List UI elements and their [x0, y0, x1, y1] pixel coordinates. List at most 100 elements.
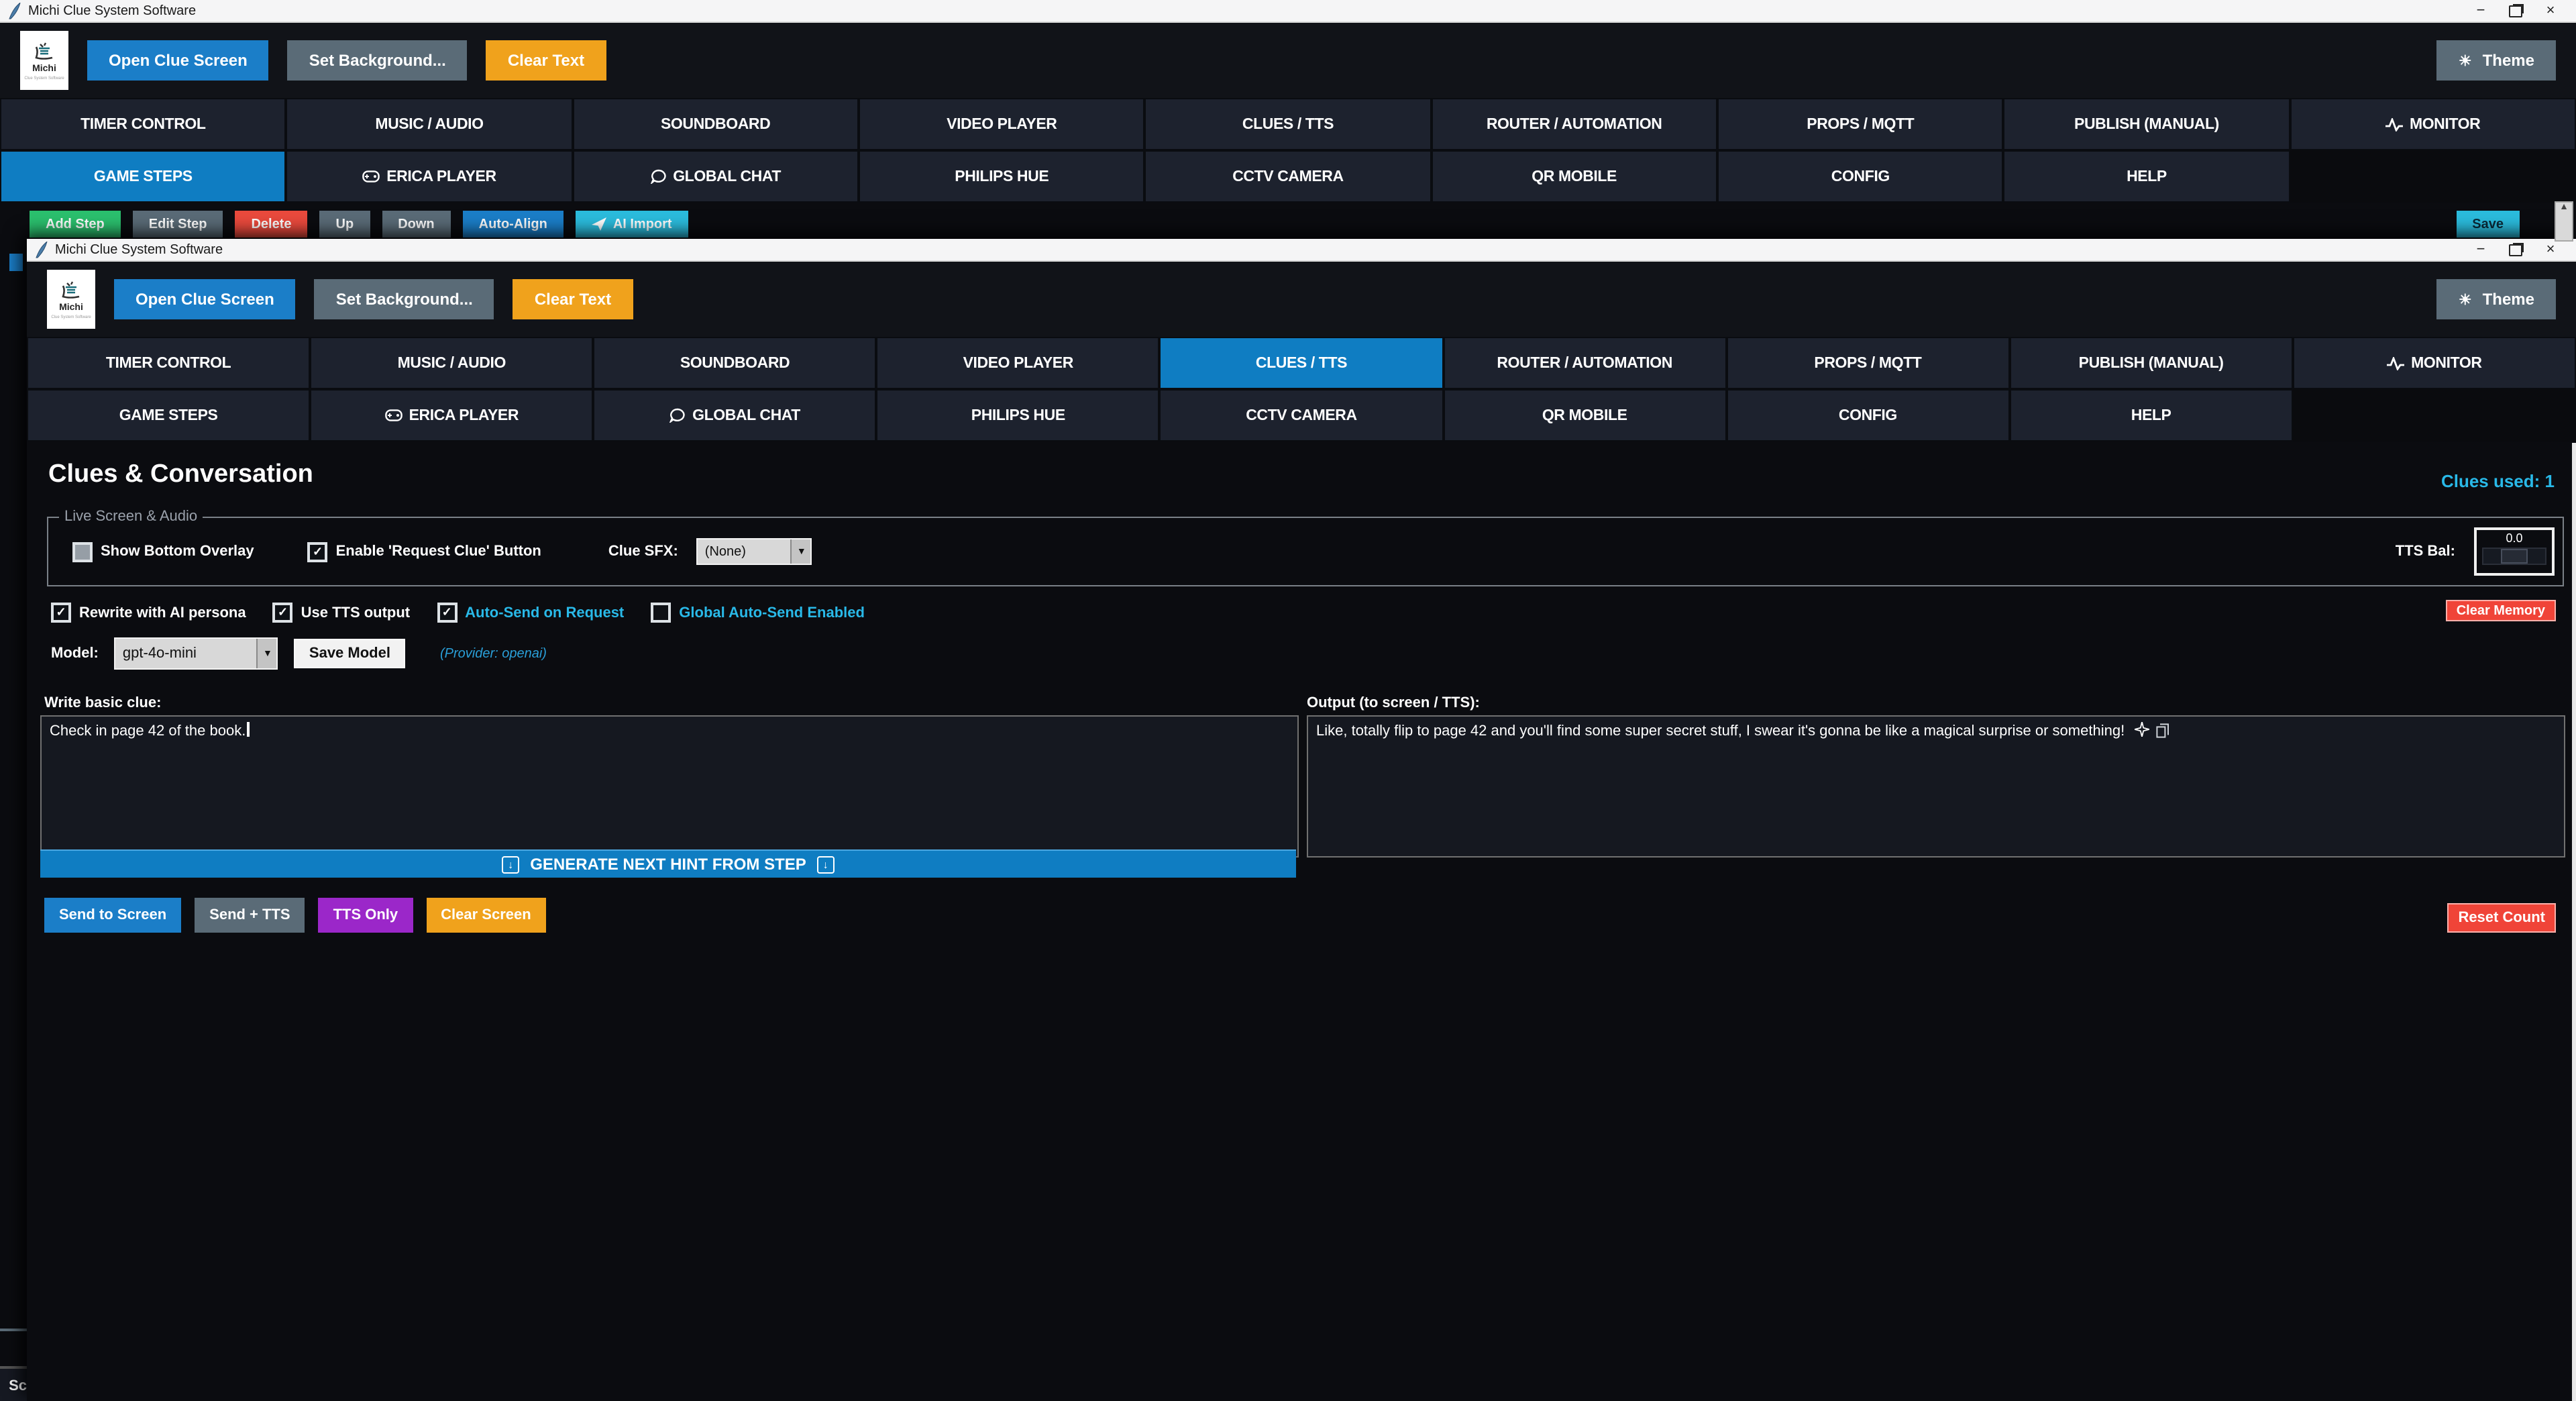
michi-kanji-icon: [60, 280, 82, 301]
open-clue-screen-button[interactable]: Open Clue Screen: [114, 279, 296, 319]
tab-timer-control[interactable]: TIMER CONTROL: [0, 98, 286, 150]
delete-step-button[interactable]: Delete: [235, 211, 307, 238]
tab-soundboard[interactable]: SOUNDBOARD: [572, 98, 859, 150]
tab-props-mqtt[interactable]: PROPS / MQTT: [1717, 98, 2004, 150]
speech-bubble-icon: [669, 408, 686, 423]
clear-text-button[interactable]: Clear Text: [513, 279, 633, 319]
gamepad-icon: [385, 409, 402, 421]
covered-bottom-label: Sc: [0, 1366, 27, 1401]
ai-options-row: Rewrite with AI persona Use TTS output A…: [51, 603, 865, 623]
maximize-icon: [2509, 244, 2522, 256]
generate-next-hint-button[interactable]: ↓ GENERATE NEXT HINT FROM STEP ↓: [40, 849, 1296, 878]
save-steps-button[interactable]: Save: [2456, 211, 2520, 238]
right-edge-scrollbar[interactable]: [2572, 443, 2576, 1401]
clue-sfx-dropdown[interactable]: (None) ▼: [697, 538, 812, 565]
reset-count-button[interactable]: Reset Count: [2447, 903, 2556, 933]
tab-qr-mobile[interactable]: QR MOBILE: [1443, 389, 1726, 442]
gamepad-icon: [362, 170, 380, 183]
tab-erica-player[interactable]: ERICA PLAYER: [286, 150, 573, 203]
use-tts-output-checkbox[interactable]: Use TTS output: [273, 603, 411, 623]
paper-plane-icon: [592, 217, 606, 231]
minimize-button[interactable]: −: [2463, 0, 2498, 21]
tab-monitor[interactable]: MONITOR: [2290, 98, 2576, 150]
ai-import-button[interactable]: AI Import: [576, 211, 688, 238]
auto-align-button[interactable]: Auto-Align: [463, 211, 564, 238]
tts-balance-slider[interactable]: 0.0: [2474, 527, 2555, 576]
tab-soundboard[interactable]: SOUNDBOARD: [593, 337, 876, 389]
send-to-screen-button[interactable]: Send to Screen: [44, 898, 181, 933]
inner-tab-row-1: TIMER CONTROL MUSIC / AUDIO SOUNDBOARD V…: [27, 337, 2576, 389]
tab-timer-control[interactable]: TIMER CONTROL: [27, 337, 310, 389]
show-bottom-overlay-checkbox[interactable]: Show Bottom Overlay: [72, 541, 254, 562]
checkbox-checked: [308, 541, 328, 562]
edit-step-button[interactable]: Edit Step: [133, 211, 223, 238]
tab-video-player[interactable]: VIDEO PLAYER: [859, 98, 1145, 150]
rewrite-ai-persona-checkbox[interactable]: Rewrite with AI persona: [51, 603, 246, 623]
sun-icon: ☀: [2459, 52, 2472, 69]
live-screen-audio-group: Live Screen & Audio Show Bottom Overlay …: [47, 517, 2564, 586]
logo-name: Michi: [59, 303, 83, 312]
clear-text-button[interactable]: Clear Text: [486, 40, 606, 81]
tab-help[interactable]: HELP: [2010, 389, 2293, 442]
tab-props-mqtt[interactable]: PROPS / MQTT: [1726, 337, 2009, 389]
model-dropdown[interactable]: gpt-4o-mini ▼: [115, 637, 278, 670]
tab-router-automation[interactable]: ROUTER / AUTOMATION: [1431, 98, 1717, 150]
tab-erica-player[interactable]: ERICA PLAYER: [310, 389, 593, 442]
outer-scrollbar[interactable]: ▲: [2555, 201, 2573, 242]
tab-video-player[interactable]: VIDEO PLAYER: [877, 337, 1160, 389]
tab-philips-hue[interactable]: PHILIPS HUE: [859, 150, 1145, 203]
clear-memory-button[interactable]: Clear Memory: [2446, 600, 2556, 621]
set-background-button[interactable]: Set Background...: [315, 279, 494, 319]
boxed-down-arrow-icon: ↓: [502, 855, 519, 873]
tab-music-audio[interactable]: MUSIC / AUDIO: [286, 98, 573, 150]
tab-cctv-camera[interactable]: CCTV CAMERA: [1160, 389, 1443, 442]
tab-game-steps[interactable]: GAME STEPS: [0, 150, 286, 203]
tts-balance-value: 0.0: [2506, 530, 2522, 548]
tab-config[interactable]: CONFIG: [1717, 150, 2004, 203]
tab-publish-manual[interactable]: PUBLISH (MANUAL): [2010, 337, 2293, 389]
slider-handle[interactable]: [2501, 549, 2528, 564]
theme-button[interactable]: ☀Theme: [2437, 279, 2556, 319]
tts-bal-label: TTS Bal:: [2396, 543, 2455, 560]
move-down-button[interactable]: Down: [382, 211, 450, 238]
move-up-button[interactable]: Up: [320, 211, 370, 238]
close-button[interactable]: ×: [2533, 0, 2568, 21]
tab-clues-tts[interactable]: CLUES / TTS: [1160, 337, 1443, 389]
tab-music-audio[interactable]: MUSIC / AUDIO: [310, 337, 593, 389]
clear-screen-button[interactable]: Clear Screen: [426, 898, 546, 933]
checkbox-checked: [437, 603, 457, 623]
sun-icon: ☀: [2459, 291, 2472, 308]
theme-button[interactable]: ☀Theme: [2437, 40, 2556, 81]
outer-titlebar: Michi Clue System Software − ×: [0, 0, 2576, 23]
slider-track[interactable]: [2482, 548, 2546, 565]
minimize-button[interactable]: −: [2463, 239, 2498, 260]
send-plus-tts-button[interactable]: Send + TTS: [195, 898, 305, 933]
tab-cctv-camera[interactable]: CCTV CAMERA: [1145, 150, 1432, 203]
set-background-button[interactable]: Set Background...: [288, 40, 468, 81]
auto-send-on-request-checkbox[interactable]: Auto-Send on Request: [437, 603, 624, 623]
output-textarea[interactable]: Like, totally flip to page 42 and you'll…: [1307, 715, 2565, 858]
open-clue-screen-button[interactable]: Open Clue Screen: [87, 40, 269, 81]
tab-game-steps[interactable]: GAME STEPS: [27, 389, 310, 442]
tab-global-chat[interactable]: GLOBAL CHAT: [572, 150, 859, 203]
maximize-button[interactable]: [2498, 0, 2533, 21]
global-auto-send-checkbox[interactable]: Global Auto-Send Enabled: [651, 603, 865, 623]
tab-qr-mobile[interactable]: QR MOBILE: [1431, 150, 1717, 203]
maximize-button[interactable]: [2498, 239, 2533, 260]
screen: Michi Clue System Software − × Michi Clu…: [0, 0, 2576, 1401]
save-model-button[interactable]: Save Model: [294, 639, 405, 668]
tts-only-button[interactable]: TTS Only: [319, 898, 413, 933]
tab-config[interactable]: CONFIG: [1726, 389, 2009, 442]
tab-publish-manual[interactable]: PUBLISH (MANUAL): [2004, 98, 2290, 150]
add-step-button[interactable]: Add Step: [30, 211, 121, 238]
tab-philips-hue[interactable]: PHILIPS HUE: [877, 389, 1160, 442]
enable-request-clue-checkbox[interactable]: Enable 'Request Clue' Button: [308, 541, 541, 562]
tab-router-automation[interactable]: ROUTER / AUTOMATION: [1443, 337, 1726, 389]
tab-help[interactable]: HELP: [2004, 150, 2290, 203]
tab-global-chat[interactable]: GLOBAL CHAT: [593, 389, 876, 442]
close-button[interactable]: ×: [2533, 239, 2568, 260]
outer-toolbar: Michi Clue System Software Open Clue Scr…: [0, 23, 2576, 98]
tab-clues-tts[interactable]: CLUES / TTS: [1145, 98, 1432, 150]
tab-monitor[interactable]: MONITOR: [2293, 337, 2576, 389]
write-clue-textarea[interactable]: Check in page 42 of the book.: [40, 715, 1299, 858]
